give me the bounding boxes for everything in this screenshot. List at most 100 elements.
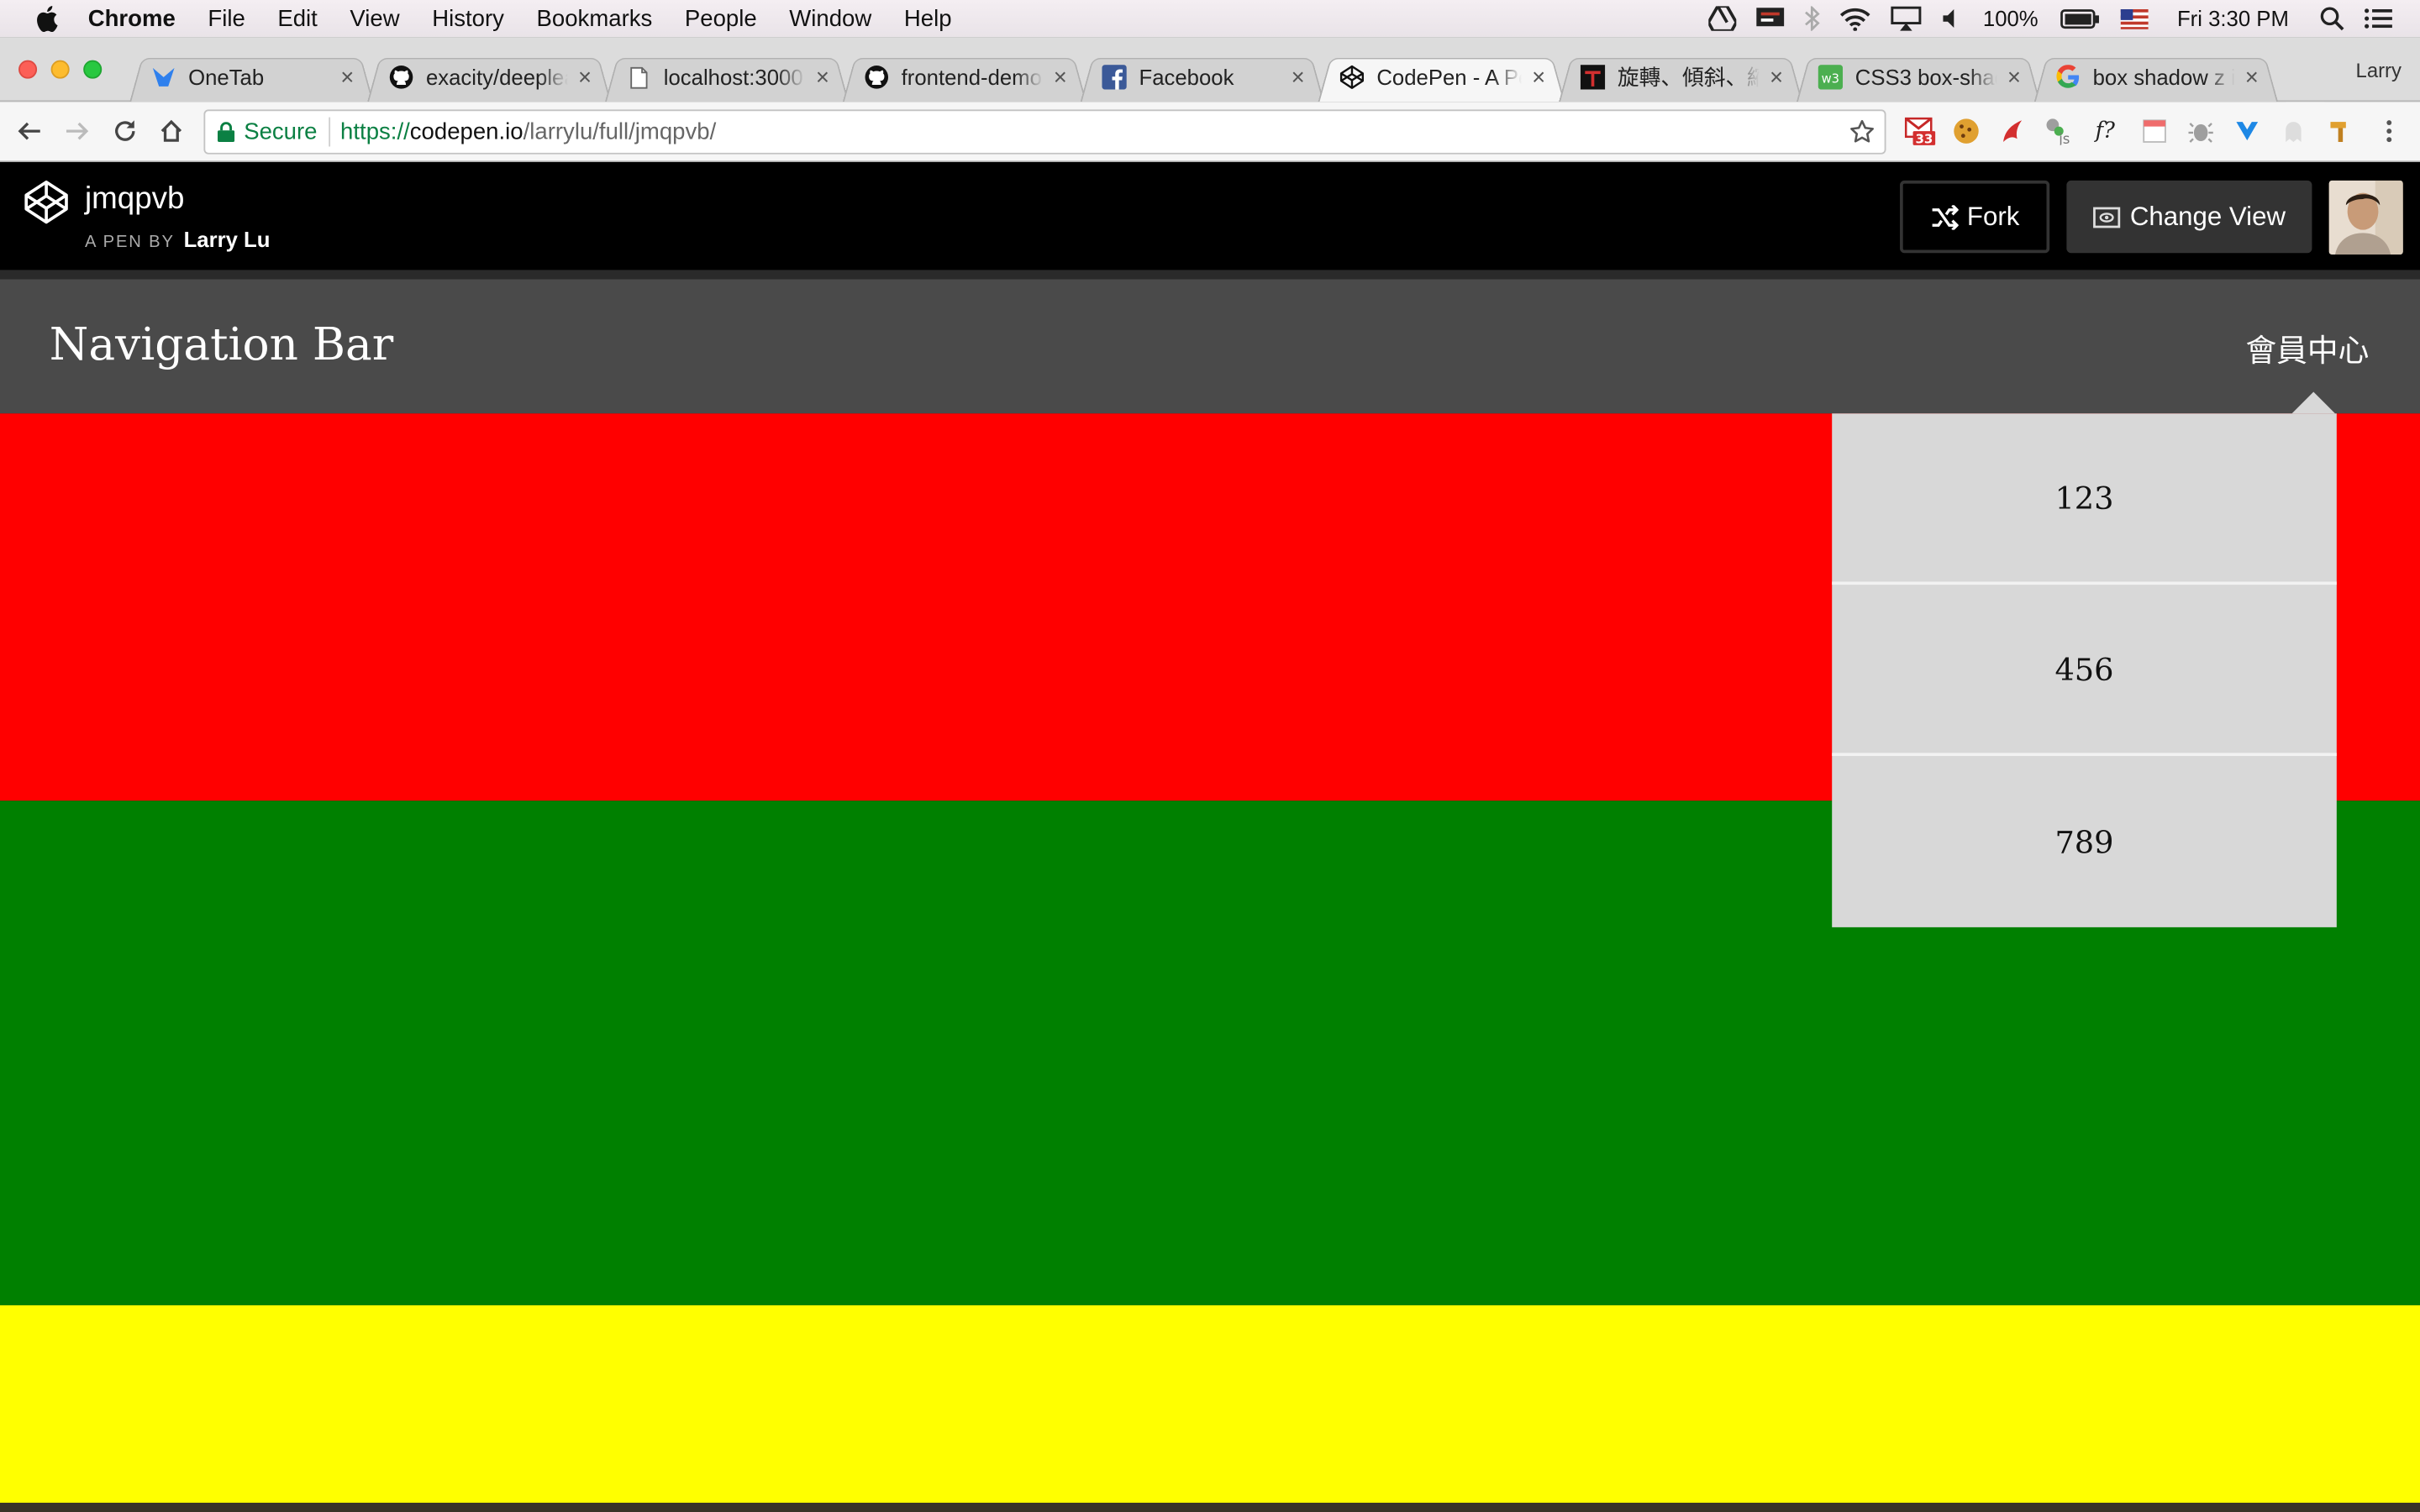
github-icon [389,65,413,89]
us-flag-icon[interactable] [2120,8,2149,29]
macos-menu-bar: Chrome File Edit View History Bookmarks … [0,0,2420,38]
svg-text:w3: w3 [1822,71,1839,86]
tab-github-exacity[interactable]: exacity/deeplearning × [373,52,605,102]
fork-button[interactable]: Fork [1900,180,2050,254]
svg-text:js: js [2058,131,2070,145]
zoom-window-button[interactable] [83,60,103,79]
close-tab-icon[interactable]: × [2003,64,2025,90]
nav-brand[interactable]: Navigation Bar [50,318,393,370]
clock[interactable]: Fri 3:30 PM [2177,6,2289,30]
member-center-link[interactable]: 會員中心 [2245,326,2369,370]
tab-title: frontend-demo [901,65,1042,90]
menu-file[interactable]: File [208,5,245,31]
bluetooth-icon[interactable] [1804,6,1820,31]
member-dropdown-menu: 123 456 789 [1832,391,2337,927]
tab-google-search[interactable]: box shadow z index × [2040,52,2272,102]
menu-view[interactable]: View [350,5,399,31]
menu-extras: 100% Fri 3:30 PM [1707,0,2420,37]
battery-icon[interactable] [2060,8,2100,29]
codepen-logo-icon[interactable] [24,179,70,233]
fork-icon [1930,204,1958,229]
menu-help[interactable]: Help [904,5,952,31]
tab-title: 旋轉、傾斜、縮放 [1617,65,1760,90]
page-icon [627,65,651,89]
close-tab-icon[interactable]: × [1765,64,1787,90]
tab-localhost[interactable]: localhost:3000 × [611,52,843,102]
tab-onetab[interactable]: OneTab × [136,52,368,102]
calendar-extension-icon[interactable] [2139,116,2170,147]
close-tab-icon[interactable]: × [1050,64,1071,90]
pen-title[interactable]: jmqpvb [85,182,184,218]
menu-app-name[interactable]: Chrome [88,5,176,31]
profile-name[interactable]: Larry [2356,59,2402,82]
menu-window[interactable]: Window [789,5,871,31]
google-drive-icon[interactable] [1707,6,1737,31]
tab-facebook[interactable]: Facebook × [1086,52,1318,102]
forward-icon[interactable] [61,116,92,147]
js-extension-icon[interactable]: js [2044,116,2075,147]
w3-icon: w3 [1818,65,1844,90]
bookmark-star-icon[interactable] [1849,118,1875,151]
cookie-extension-icon[interactable] [1951,116,1982,147]
fork-label: Fork [1966,201,2020,231]
tab-github-frontend-demo[interactable]: frontend-demo × [849,52,1081,102]
pen-author-link[interactable]: Larry Lu [184,227,271,251]
menu-edit[interactable]: Edit [277,5,317,31]
font-finder-extension-icon[interactable]: f? [2090,116,2121,147]
dropdown-item[interactable]: 789 [1832,756,2337,927]
address-bar[interactable]: Secure https:// codepen.io /larrylu/full… [203,109,1886,155]
airplay-icon[interactable] [1891,6,1922,31]
lock-icon[interactable] [217,122,235,142]
close-window-button[interactable] [18,60,38,79]
window-controls [18,60,103,79]
wifi-icon[interactable] [1839,7,1870,30]
tab-title: OneTab [188,65,265,90]
close-tab-icon[interactable]: × [1287,64,1309,90]
gmail-extension-icon[interactable]: 33 [1904,116,1936,147]
screen-icon[interactable] [1755,8,1784,29]
pen-byline: A PEN BY Larry Lu [85,227,270,251]
tab-title: Facebook [1139,65,1234,90]
close-tab-icon[interactable]: × [812,64,834,90]
tab-css-transform[interactable]: 旋轉、傾斜、縮放 × [1565,52,1797,102]
menu-history[interactable]: History [432,5,504,31]
close-tab-icon[interactable]: × [2241,64,2263,90]
header-divider [0,270,2420,280]
browser-toolbar: Secure https:// codepen.io /larrylu/full… [0,102,2420,162]
codepen-header: jmqpvb A PEN BY Larry Lu Fork Change Vie… [0,161,2420,270]
close-tab-icon[interactable]: × [574,64,596,90]
back-icon[interactable] [14,116,45,147]
chrome-menu-icon[interactable] [2374,116,2405,147]
url-host: codepen.io [409,118,523,145]
dropdown-item[interactable]: 123 [1832,413,2337,585]
change-view-button[interactable]: Change View [2066,180,2312,254]
menu-bookmarks[interactable]: Bookmarks [537,5,653,31]
tab-codepen[interactable]: CodePen - A Pen × [1324,52,1559,102]
vue-extension-icon[interactable] [2232,116,2263,147]
bug-extension-icon[interactable] [2186,116,2217,147]
react-redux-extension-icon[interactable] [1997,116,2028,147]
navigation-bar: Navigation Bar 會員中心 [0,279,2420,414]
reload-icon[interactable] [109,116,140,147]
tab-title: exacity/deeplearning [425,65,568,90]
hammer-extension-icon[interactable] [2324,116,2355,147]
tab-css3-box-shadow[interactable]: w3 CSS3 box-shadow × [1802,52,2034,102]
screen: Chrome File Edit View History Bookmarks … [0,0,2420,1512]
url-scheme: https:// [340,118,410,145]
gmail-badge-count: 33 [1915,131,1933,146]
ghost-extension-icon[interactable] [2278,116,2309,147]
home-icon[interactable] [156,116,187,147]
close-tab-icon[interactable]: × [1528,64,1549,90]
address-divider [328,117,330,147]
spotlight-search-icon[interactable] [2320,6,2344,31]
notification-center-icon[interactable] [2365,8,2392,29]
minimize-window-button[interactable] [50,60,70,79]
menu-people[interactable]: People [685,5,757,31]
user-avatar[interactable] [2328,180,2403,255]
close-tab-icon[interactable]: × [336,64,358,90]
secure-label: Secure [244,118,318,145]
apple-icon[interactable] [34,5,61,33]
volume-icon[interactable] [1941,8,1963,29]
dropdown-item[interactable]: 456 [1832,585,2337,756]
codepen-icon [1339,65,1365,89]
